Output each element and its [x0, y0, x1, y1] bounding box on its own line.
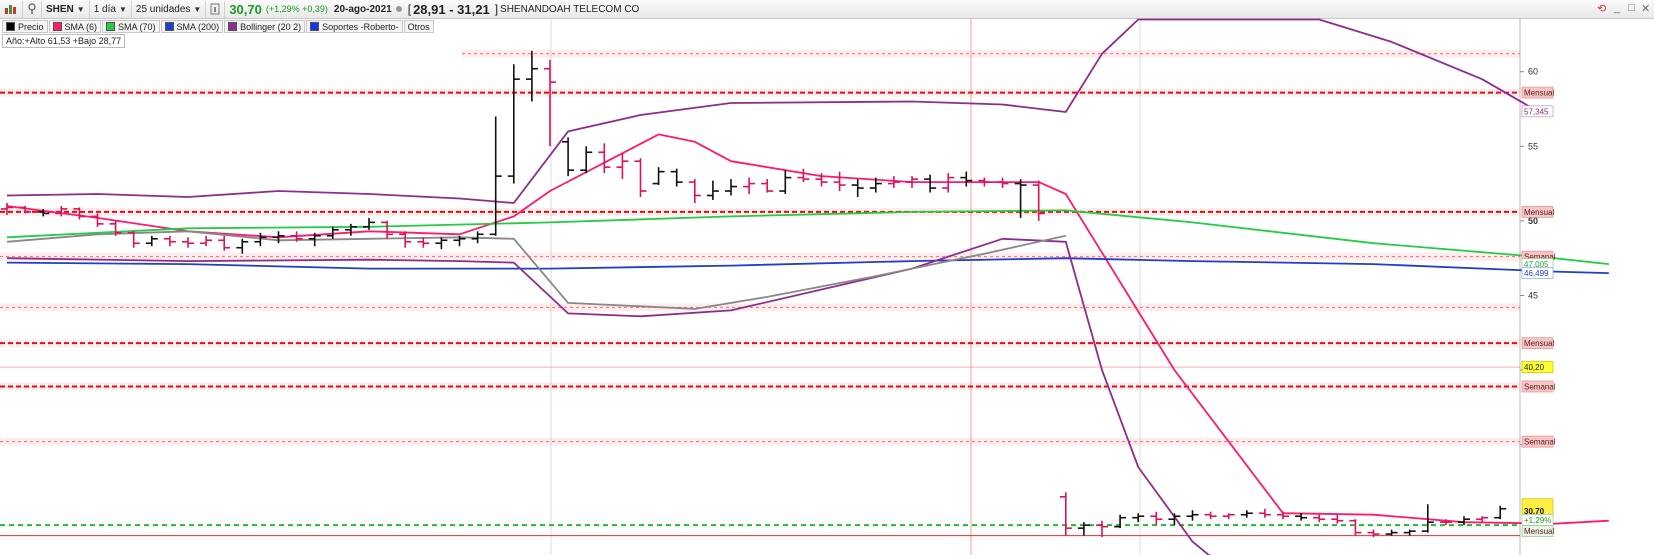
ohlc-bar — [1331, 514, 1344, 524]
axis-tick-label: 60 — [1528, 67, 1538, 77]
ohlc-bar — [761, 179, 774, 193]
ohlc-bar — [887, 176, 900, 189]
ohlc-bar — [218, 235, 231, 251]
ohlc-bar — [1059, 492, 1072, 536]
ohlc-bar — [1258, 508, 1271, 518]
ohlc-bar — [435, 237, 448, 250]
ohlc-bar — [1096, 520, 1108, 538]
ohlc-bar — [1114, 514, 1127, 529]
ohlc-bar — [1476, 516, 1489, 523]
ohlc-bar — [725, 179, 737, 196]
ohlc-bar — [344, 223, 357, 236]
ohlc-bar — [399, 231, 412, 248]
level-tag: Mensual — [1524, 339, 1554, 348]
bollinger-tag: 57,345 — [1524, 107, 1549, 116]
ohlc-bar — [779, 170, 792, 195]
ohlc-bar — [1077, 522, 1090, 536]
level-tag: Mensual — [1524, 208, 1554, 217]
indicator-lines — [6, 18, 1609, 555]
ohlc-bar — [616, 153, 629, 180]
series-line — [6, 18, 1537, 204]
ohlc-bar — [236, 238, 249, 254]
ohlc-bar — [381, 220, 394, 239]
ohlc-bar — [743, 177, 756, 195]
ohlc-bar — [833, 171, 846, 192]
ohlc-bar — [598, 143, 611, 174]
ohlc-bar — [634, 158, 647, 197]
ohlc-bar — [1204, 511, 1217, 520]
axis-tick-label: 45 — [1528, 290, 1538, 300]
ohlc-bar — [1132, 513, 1145, 523]
ohlc-bar — [562, 137, 575, 177]
ohlc-bar — [688, 179, 701, 203]
ohlc-bar — [1494, 505, 1507, 520]
axis-tags: MensualMensualSemanalMensualSemanalSeman… — [1521, 86, 1556, 538]
ohlc-bar — [996, 177, 1009, 189]
ohlc-bar — [1458, 516, 1470, 526]
sma200-tag: 46,499 — [1524, 269, 1549, 278]
ohlc-bar — [163, 235, 176, 247]
ohlc-bar — [1385, 529, 1398, 536]
level-tag: Semanal — [1524, 438, 1556, 447]
ohlc-bar — [706, 180, 719, 200]
ohlc-bar — [145, 235, 158, 247]
ohlc-bar — [1240, 510, 1253, 518]
support-levels — [0, 49, 1520, 527]
ohlc-bar — [1186, 510, 1199, 521]
change-tag: +1,29% — [1524, 516, 1551, 525]
ohlc-bar — [507, 64, 520, 184]
ohlc-bar — [1222, 513, 1235, 520]
series-line — [6, 230, 1066, 310]
price-tag-40-20: 40,20 — [1524, 363, 1545, 372]
ohlc-bar — [544, 59, 556, 147]
ohlc-bar — [797, 168, 810, 183]
ohlc-bar — [1150, 511, 1163, 526]
series-line — [6, 237, 1211, 555]
ohlc-bar — [851, 179, 864, 197]
ohlc-bar — [652, 167, 665, 186]
chart-background — [0, 18, 1521, 555]
ohlc-bar — [200, 235, 213, 247]
level-tag: Semanal — [1524, 382, 1556, 391]
ohlc-bar — [670, 168, 683, 187]
price-bars — [1, 50, 1507, 538]
ohlc-bar — [1403, 529, 1416, 536]
ohlc-bar — [363, 217, 375, 230]
axis-tick-label: 55 — [1528, 141, 1538, 151]
ohlc-bar — [489, 116, 502, 236]
ohlc-bar — [182, 237, 194, 248]
ohlc-bar — [1313, 514, 1326, 523]
ohlc-bar — [1349, 519, 1362, 536]
ohlc-bar — [924, 174, 937, 193]
price-chart[interactable]: 354045505560 MensualMensualSemanalMensua… — [0, 0, 1654, 555]
level-tag: Mensual — [1524, 89, 1554, 98]
level-tag: Mensual — [1524, 527, 1554, 536]
